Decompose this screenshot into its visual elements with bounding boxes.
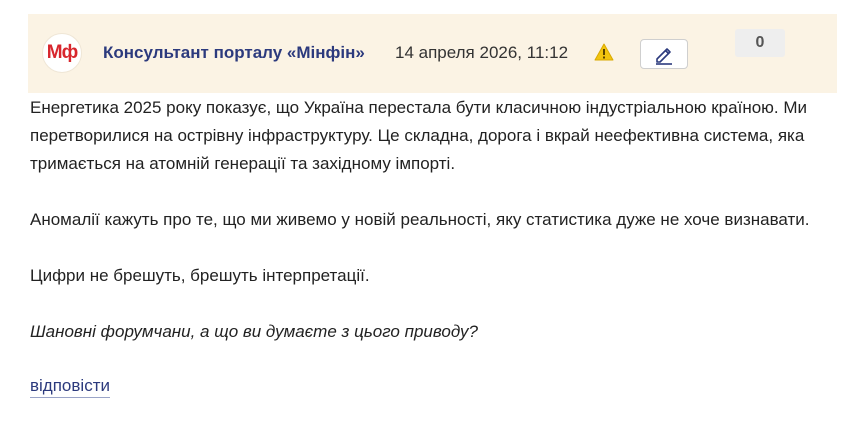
post-header: Мф Консультант порталу «Мінфін» 14 апрел… [28,14,837,93]
post-paragraph: Енергетика 2025 року показує, що Україна… [30,98,808,173]
author-name[interactable]: Консультант порталу «Мінфін» [103,43,365,63]
warning-icon[interactable] [594,42,614,62]
rating-counter[interactable]: 0 [735,29,785,57]
post-paragraph: Цифри не брешуть, брешуть інтерпретації. [30,266,370,285]
forum-post: Мф Консультант порталу «Мінфін» 14 апрел… [0,0,855,424]
post-date: 14 апреля 2026, 11:12 [395,43,569,62]
post-paragraph: Аномалії кажуть про те, що ми живемо у н… [30,210,810,229]
pencil-icon [656,48,672,65]
post-question: Шановні форумчани, а що ви думаєте з цьо… [30,322,478,341]
author-avatar[interactable]: Мф [42,33,82,73]
reply-link[interactable]: відповісти [30,375,110,398]
post-body: Енергетика 2025 року показує, що Україна… [30,94,840,346]
edit-button[interactable] [640,39,688,69]
